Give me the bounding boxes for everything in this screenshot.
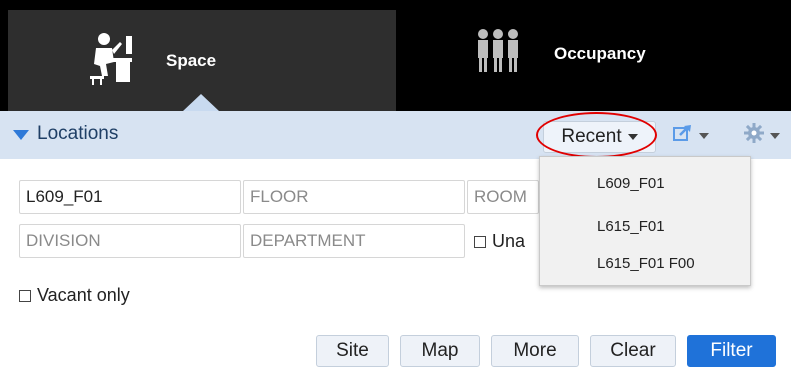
recent-dropdown-button[interactable]: Recent	[543, 121, 656, 153]
chevron-down-icon	[699, 132, 709, 139]
unassigned-label: Una	[492, 231, 526, 251]
department-field[interactable]	[243, 224, 465, 258]
recent-dropdown-menu: L609_F01 L615_F01 L615_F01 F00	[539, 156, 751, 286]
chevron-down-icon	[627, 134, 638, 140]
filter-button[interactable]: Filter	[687, 335, 776, 367]
collapse-triangle-icon[interactable]	[13, 130, 29, 140]
tab-occupancy-label: Occupancy	[554, 44, 646, 63]
map-button[interactable]: Map	[400, 335, 480, 367]
division-field[interactable]	[19, 224, 241, 258]
checkbox-box[interactable]	[474, 235, 486, 248]
room-field[interactable]	[467, 180, 539, 214]
site-field[interactable]	[19, 180, 241, 214]
recent-label: Recent	[561, 126, 622, 147]
tab-space[interactable]: Space	[8, 10, 396, 111]
export-icon	[673, 124, 693, 147]
chevron-down-icon	[770, 132, 780, 139]
checkbox-box[interactable]	[19, 289, 31, 302]
settings-menu-button[interactable]	[744, 123, 780, 148]
vacant-only-checkbox[interactable]: Vacant only	[19, 285, 130, 306]
panel-title: Locations	[37, 123, 119, 144]
recent-menu-item[interactable]: L609_F01	[597, 175, 665, 192]
recent-menu-item[interactable]: L615_F01 F00	[597, 255, 695, 272]
more-button[interactable]: More	[491, 335, 579, 367]
tab-space-label: Space	[166, 51, 217, 70]
people-group-icon	[475, 28, 521, 79]
tab-occupancy[interactable]: Occupancy	[396, 0, 791, 111]
top-tab-bar: Space Occupancy	[0, 0, 791, 111]
active-tab-pointer	[183, 94, 219, 111]
gear-icon	[744, 123, 764, 148]
unassigned-checkbox[interactable]: Una	[474, 231, 525, 252]
floor-field[interactable]	[243, 180, 465, 214]
clear-button[interactable]: Clear	[590, 335, 676, 367]
recent-menu-item[interactable]: L615_F01	[597, 218, 665, 235]
site-button[interactable]: Site	[316, 335, 389, 367]
export-menu-button[interactable]	[673, 124, 709, 147]
vacant-only-label: Vacant only	[37, 285, 130, 305]
desk-worker-icon	[86, 32, 134, 91]
